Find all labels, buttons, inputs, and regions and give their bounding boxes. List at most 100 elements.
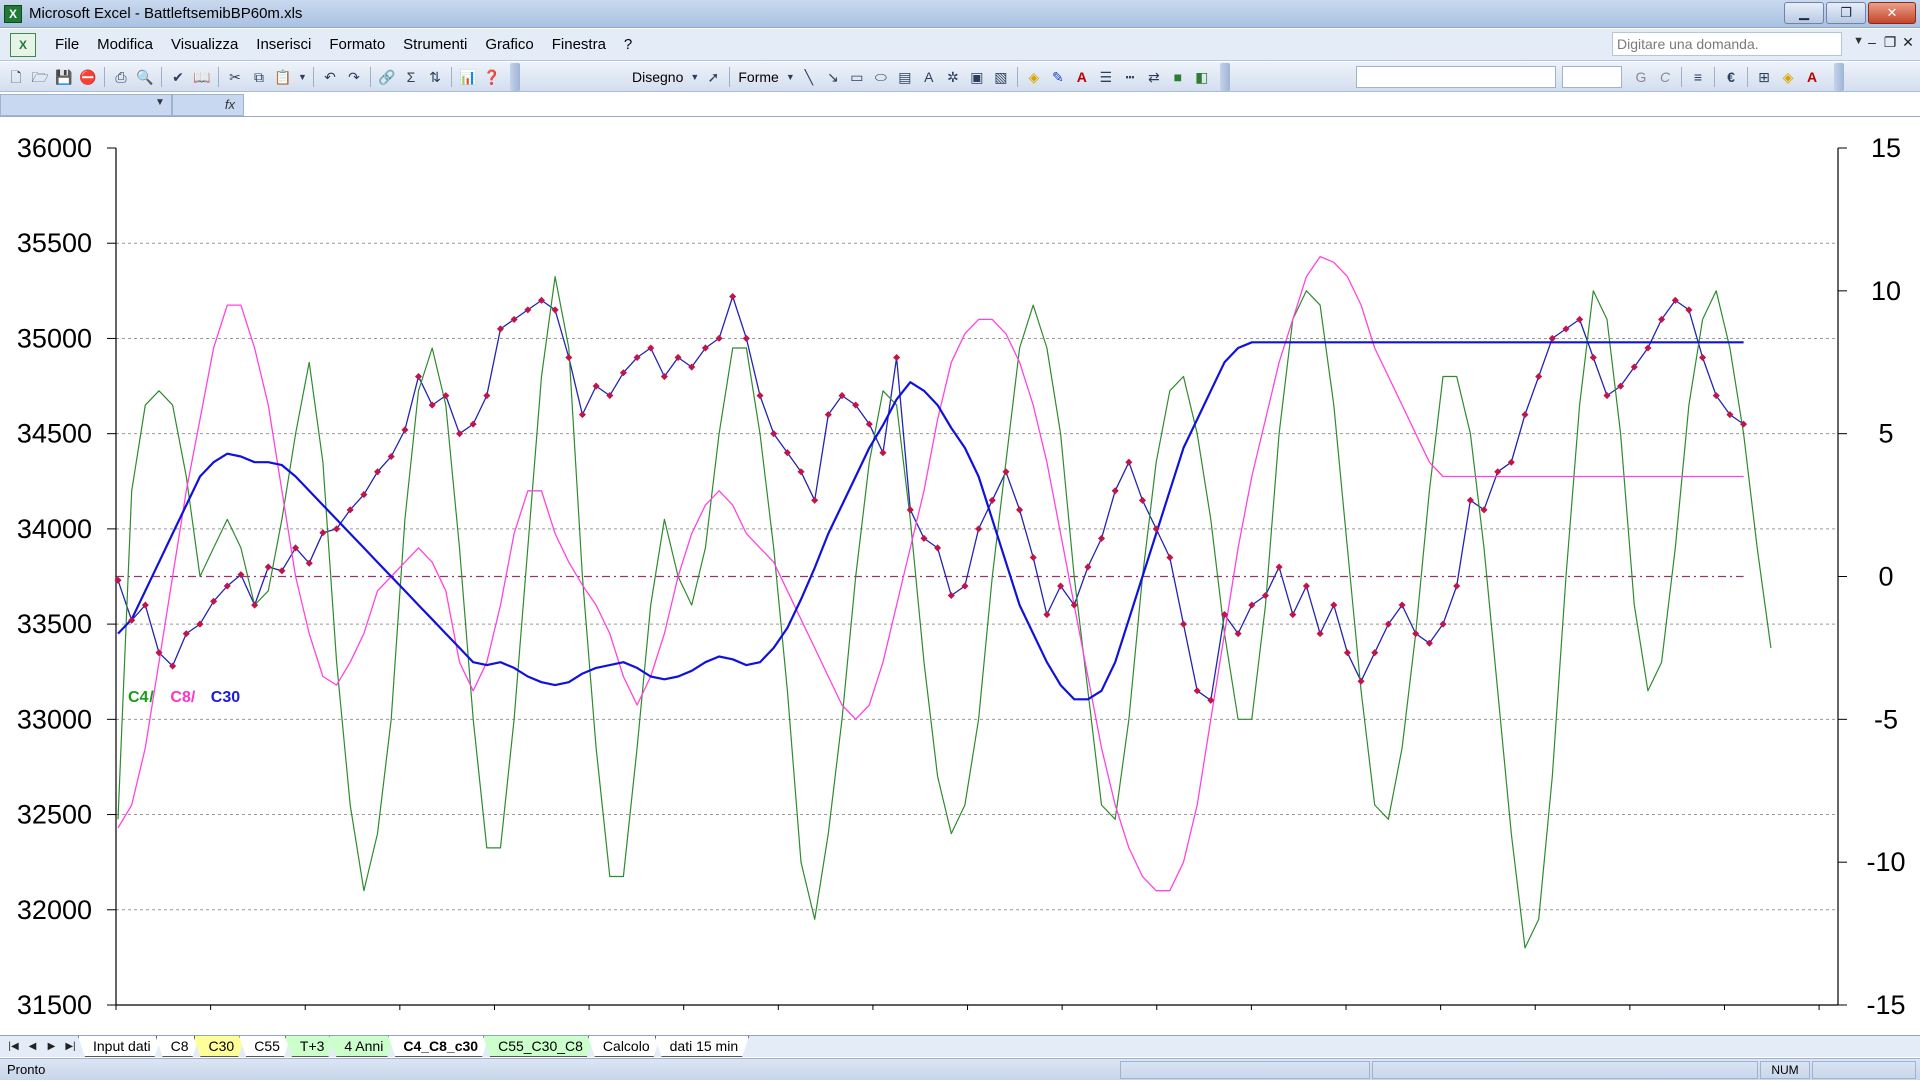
open-folder-icon[interactable]: 🗁 bbox=[31, 68, 49, 86]
menu-visualizza[interactable]: Visualizza bbox=[162, 31, 247, 59]
price-marker[interactable] bbox=[893, 353, 901, 362]
price-marker[interactable] bbox=[975, 525, 983, 533]
line-color-icon[interactable]: ✎ bbox=[1049, 68, 1067, 86]
clipart-icon[interactable]: ▣ bbox=[968, 68, 986, 86]
sheet-tab[interactable]: C55_C30_C8 bbox=[483, 1036, 594, 1057]
price-marker[interactable] bbox=[1302, 582, 1310, 590]
name-box-arrow-icon[interactable]: ▼ bbox=[155, 97, 165, 108]
paste-icon[interactable]: 📋 bbox=[274, 68, 292, 86]
price-marker[interactable] bbox=[1521, 411, 1529, 419]
print-icon[interactable]: ⎙ bbox=[112, 68, 130, 86]
price-marker[interactable] bbox=[578, 411, 586, 419]
undo-icon[interactable]: ↶ bbox=[321, 68, 339, 86]
prev-sheet-icon[interactable]: ◀ bbox=[23, 1038, 42, 1056]
price-marker[interactable] bbox=[1330, 601, 1338, 609]
sort-icon[interactable]: ⇅ bbox=[426, 68, 444, 86]
price-marker[interactable] bbox=[1016, 506, 1024, 514]
price-marker[interactable] bbox=[1699, 353, 1707, 362]
price-marker[interactable] bbox=[278, 567, 286, 575]
cut-icon[interactable]: ✂ bbox=[226, 68, 244, 86]
price-marker[interactable] bbox=[1138, 496, 1147, 504]
price-marker[interactable] bbox=[1097, 534, 1106, 542]
diagram-icon[interactable]: ✲ bbox=[944, 68, 962, 86]
price-marker[interactable] bbox=[988, 496, 996, 504]
menu-grafico[interactable]: Grafico bbox=[476, 31, 542, 59]
price-marker[interactable] bbox=[1084, 563, 1092, 571]
menu-modifica[interactable]: Modifica bbox=[88, 31, 162, 59]
autosum-icon[interactable]: Σ bbox=[402, 68, 420, 86]
price-marker[interactable] bbox=[1535, 372, 1543, 381]
align-icon[interactable]: ≡ bbox=[1689, 68, 1707, 86]
sheet-tab[interactable]: T+3 bbox=[285, 1036, 336, 1057]
sheet-tab[interactable]: Calcolo bbox=[588, 1036, 661, 1057]
bold-button[interactable]: G bbox=[1632, 68, 1650, 86]
menu-formato[interactable]: Formato bbox=[320, 31, 394, 59]
picture-icon[interactable]: ▧ bbox=[992, 68, 1010, 86]
price-marker[interactable] bbox=[742, 334, 750, 342]
price-marker[interactable] bbox=[1043, 611, 1051, 619]
name-box[interactable] bbox=[0, 94, 172, 116]
price-marker[interactable] bbox=[1166, 553, 1174, 562]
arrow-icon[interactable]: ↘ bbox=[824, 68, 842, 86]
price-marker[interactable] bbox=[1453, 582, 1461, 590]
series-line-c30[interactable] bbox=[117, 341, 1744, 701]
price-marker[interactable] bbox=[319, 529, 327, 537]
price-marker[interactable] bbox=[1316, 630, 1324, 638]
price-series-line[interactable] bbox=[117, 295, 1744, 701]
autoshapes-dropdown-icon[interactable]: ▼ bbox=[786, 68, 795, 86]
close-button[interactable]: ✕ bbox=[1868, 2, 1916, 24]
doc-close-icon[interactable]: ✕ bbox=[1900, 34, 1916, 51]
insert-function-button[interactable]: fx bbox=[172, 94, 244, 116]
line-style-icon[interactable]: ☰ bbox=[1097, 68, 1115, 86]
price-marker[interactable] bbox=[414, 373, 423, 381]
doc-restore-icon[interactable]: ❐ bbox=[1882, 34, 1898, 51]
toolbar-options-grip[interactable] bbox=[510, 63, 520, 91]
excel-app-icon[interactable]: X bbox=[4, 4, 22, 23]
rectangle-icon[interactable]: ▭ bbox=[848, 68, 866, 86]
euro-button[interactable]: € bbox=[1722, 68, 1740, 86]
next-sheet-icon[interactable]: ▶ bbox=[42, 1038, 61, 1056]
sheet-tab[interactable]: C30 bbox=[194, 1036, 246, 1057]
price-marker[interactable] bbox=[729, 293, 737, 301]
oval-icon[interactable]: ⬭ bbox=[872, 68, 890, 86]
price-marker[interactable] bbox=[606, 392, 614, 400]
borders-icon[interactable]: ⊞ bbox=[1755, 68, 1773, 86]
3d-icon[interactable]: ◧ bbox=[1193, 68, 1211, 86]
restore-button[interactable]: ❐ bbox=[1826, 2, 1866, 24]
copy-icon[interactable]: ⧉ bbox=[250, 68, 268, 86]
price-marker[interactable] bbox=[1576, 315, 1584, 323]
dash-style-icon[interactable]: ┅ bbox=[1121, 68, 1139, 86]
sheet-tab[interactable]: C8 bbox=[156, 1036, 200, 1057]
select-objects-icon[interactable]: ➚ bbox=[704, 68, 722, 86]
wordart-icon[interactable]: A bbox=[920, 68, 938, 86]
price-marker[interactable] bbox=[1289, 611, 1297, 619]
shadow-icon[interactable]: ■ bbox=[1169, 68, 1187, 86]
price-marker[interactable] bbox=[647, 344, 655, 352]
last-sheet-icon[interactable]: ▶| bbox=[61, 1038, 80, 1056]
spelling-icon[interactable]: ✔ bbox=[169, 68, 187, 86]
price-marker[interactable] bbox=[906, 506, 914, 514]
redo-icon[interactable]: ↷ bbox=[345, 68, 363, 86]
price-marker[interactable] bbox=[1179, 620, 1188, 628]
price-marker[interactable] bbox=[756, 392, 764, 400]
help-icon[interactable]: ❓ bbox=[483, 68, 501, 86]
price-marker[interactable] bbox=[565, 353, 573, 362]
font-name-select[interactable] bbox=[1356, 66, 1556, 88]
series-line-c4[interactable] bbox=[117, 276, 1772, 949]
ask-dropdown-arrow-icon[interactable]: ▼ bbox=[1853, 35, 1864, 47]
price-marker[interactable] bbox=[1275, 563, 1283, 571]
price-marker[interactable] bbox=[879, 449, 887, 457]
price-marker[interactable] bbox=[264, 563, 272, 571]
menu-file[interactable]: File bbox=[46, 31, 88, 59]
price-marker[interactable] bbox=[1029, 553, 1037, 562]
chart-wizard-icon[interactable]: 📊 bbox=[459, 68, 477, 86]
textbox-icon[interactable]: ▤ bbox=[896, 68, 914, 86]
fill-color-icon[interactable]: ◈ bbox=[1025, 68, 1043, 86]
price-marker[interactable] bbox=[483, 392, 491, 400]
fill-color-icon[interactable]: ◈ bbox=[1779, 68, 1797, 86]
price-marker[interactable] bbox=[1357, 677, 1365, 685]
italic-button[interactable]: C bbox=[1656, 68, 1674, 86]
price-marker[interactable] bbox=[1343, 649, 1351, 657]
sheet-tab[interactable]: Input dati bbox=[78, 1036, 162, 1057]
price-marker[interactable] bbox=[811, 496, 819, 504]
